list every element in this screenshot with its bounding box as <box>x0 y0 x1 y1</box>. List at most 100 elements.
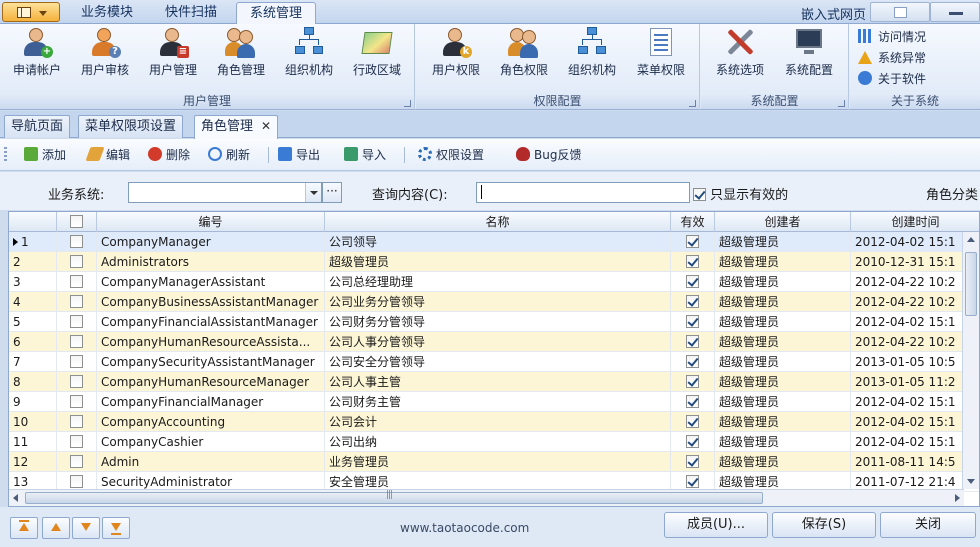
valid-checkbox[interactable] <box>686 435 699 448</box>
valid-checkbox[interactable] <box>686 375 699 388</box>
table-row[interactable]: 10 CompanyAccounting 公司会计 超级管理员 2012-04-02 1… <box>9 412 979 432</box>
system-options-button[interactable]: 系统选项 <box>707 26 773 80</box>
close-button[interactable]: 关闭 <box>880 512 976 538</box>
application-menu-button[interactable] <box>2 2 60 22</box>
row-select-checkbox[interactable] <box>70 475 83 488</box>
restore-window-button[interactable] <box>870 2 930 22</box>
access-stats-button[interactable]: 访问情况 <box>858 27 926 47</box>
table-row[interactable]: 12 Admin 业务管理员 超级管理员 2011-08-11 14:5 <box>9 452 979 472</box>
refresh-button[interactable]: 刷新 <box>208 146 250 164</box>
move-down-button[interactable] <box>72 517 100 539</box>
valid-checkbox[interactable] <box>686 395 699 408</box>
organization-button[interactable]: 组织机构 <box>276 26 342 80</box>
apply-account-button[interactable]: + 申请帐户 <box>4 26 70 80</box>
row-select-checkbox[interactable] <box>70 395 83 408</box>
scroll-left-icon[interactable] <box>13 494 18 502</box>
table-row[interactable]: 2 Administrators 超级管理员 超级管理员 2010-12-31 15:1 <box>9 252 979 272</box>
bug-feedback-button[interactable]: Bug反馈 <box>516 146 581 164</box>
menu-permission-button[interactable]: 菜单权限 <box>628 26 694 80</box>
save-button[interactable]: 保存(S) <box>772 512 876 538</box>
row-select-checkbox[interactable] <box>70 335 83 348</box>
valid-checkbox[interactable] <box>686 315 699 328</box>
row-select-checkbox[interactable] <box>70 455 83 468</box>
table-row[interactable]: 3 CompanyManagerAssistant 公司总经理助理 超级管理员 2012… <box>9 272 979 292</box>
ribbon-tab-scan[interactable]: 快件扫描 <box>150 2 232 24</box>
row-select-checkbox[interactable] <box>70 255 83 268</box>
administrative-region-button[interactable]: 行政区域 <box>344 26 410 80</box>
only-valid-option[interactable]: 只显示有效的 <box>693 184 788 203</box>
doc-tab-menu-permission-items[interactable]: 菜单权限项设置 <box>78 115 184 138</box>
valid-checkbox[interactable] <box>686 415 699 428</box>
scroll-right-icon[interactable] <box>955 494 960 502</box>
group-launcher-icon[interactable] <box>689 100 696 107</box>
valid-checkbox[interactable] <box>686 295 699 308</box>
vertical-scroll-thumb[interactable] <box>965 252 977 316</box>
role-management-button[interactable]: 角色管理 <box>208 26 274 80</box>
add-button[interactable]: 添加 <box>24 146 66 164</box>
row-select-checkbox[interactable] <box>70 295 83 308</box>
valid-checkbox[interactable] <box>686 235 699 248</box>
only-valid-checkbox[interactable] <box>693 188 706 201</box>
export-button[interactable]: 导出 <box>278 146 320 164</box>
col-valid[interactable]: 有效 <box>671 212 715 232</box>
table-row[interactable]: 6 CompanyHumanResourceAssista... 公司人事分管领导 超… <box>9 332 979 352</box>
col-select-all[interactable] <box>57 212 97 232</box>
table-row[interactable]: 7 CompanySecurityAssistantManager 公司安全分管领导… <box>9 352 979 372</box>
vertical-scrollbar[interactable] <box>962 232 979 489</box>
row-select-checkbox[interactable] <box>70 375 83 388</box>
chevron-down-icon[interactable] <box>305 183 321 202</box>
ribbon-tab-business[interactable]: 业务模块 <box>66 2 148 24</box>
col-name[interactable]: 名称 <box>325 212 671 232</box>
row-select-checkbox[interactable] <box>70 315 83 328</box>
edit-button[interactable]: 编辑 <box>85 146 130 164</box>
system-config-button[interactable]: 系统配置 <box>775 26 843 80</box>
row-select-checkbox[interactable] <box>70 235 83 248</box>
group-launcher-icon[interactable] <box>404 100 411 107</box>
table-row[interactable]: 1 CompanyManager 公司领导 超级管理员 2012-04-02 15:1 <box>9 232 979 252</box>
horizontal-scroll-thumb[interactable] <box>25 490 763 504</box>
move-bottom-button[interactable] <box>102 517 130 539</box>
table-row[interactable]: 4 CompanyBusinessAssistantManager 公司业务分管领导… <box>9 292 979 312</box>
col-code[interactable]: 编号 <box>97 212 325 232</box>
user-management-button[interactable]: ≡ 用户管理 <box>140 26 206 80</box>
select-all-checkbox[interactable] <box>70 215 83 228</box>
scroll-up-icon[interactable] <box>967 237 975 242</box>
table-row[interactable]: 9 CompanyFinancialManager 公司财务主管 超级管理员 2012-… <box>9 392 979 412</box>
organization-permission-button[interactable]: 组织机构 <box>560 26 624 80</box>
permission-settings-button[interactable]: 权限设置 <box>418 146 484 164</box>
ribbon-tab-system[interactable]: 系统管理 <box>236 2 316 24</box>
horizontal-scrollbar[interactable] <box>9 489 964 506</box>
row-select-checkbox[interactable] <box>70 415 83 428</box>
delete-button[interactable]: 删除 <box>148 146 190 164</box>
col-row-number[interactable] <box>9 212 57 232</box>
row-select-checkbox[interactable] <box>70 355 83 368</box>
col-creator[interactable]: 创建者 <box>715 212 851 232</box>
doc-tab-role-management[interactable]: 角色管理 ✕ <box>194 115 279 139</box>
toolbar-grip[interactable] <box>4 147 7 163</box>
scroll-down-icon[interactable] <box>967 479 975 484</box>
import-button[interactable]: 导入 <box>344 146 386 164</box>
business-system-combo[interactable] <box>128 182 322 203</box>
move-top-button[interactable] <box>10 517 38 539</box>
move-up-button[interactable] <box>42 517 70 539</box>
user-audit-button[interactable]: ? 用户审核 <box>72 26 138 80</box>
query-content-input[interactable] <box>476 182 690 203</box>
valid-checkbox[interactable] <box>686 255 699 268</box>
valid-checkbox[interactable] <box>686 455 699 468</box>
business-system-browse-button[interactable]: ··· <box>322 182 342 203</box>
close-icon[interactable]: ✕ <box>261 119 271 133</box>
row-select-checkbox[interactable] <box>70 275 83 288</box>
minimize-window-button[interactable] <box>930 2 980 22</box>
col-created-time[interactable]: 创建时间 <box>851 212 979 232</box>
row-select-checkbox[interactable] <box>70 435 83 448</box>
role-permission-button[interactable]: 角色权限 <box>492 26 556 80</box>
user-permission-button[interactable]: k 用户权限 <box>424 26 488 80</box>
group-launcher-icon[interactable] <box>838 100 845 107</box>
about-software-button[interactable]: 关于软件 <box>858 69 926 89</box>
valid-checkbox[interactable] <box>686 355 699 368</box>
valid-checkbox[interactable] <box>686 475 699 488</box>
table-row[interactable]: 8 CompanyHumanResourceManager 公司人事主管 超级管理员 2… <box>9 372 979 392</box>
system-exception-button[interactable]: 系统异常 <box>858 48 926 68</box>
table-row[interactable]: 11 CompanyCashier 公司出纳 超级管理员 2012-04-02 15:1 <box>9 432 979 452</box>
table-row[interactable]: 5 CompanyFinancialAssistantManager 公司财务分管领… <box>9 312 979 332</box>
